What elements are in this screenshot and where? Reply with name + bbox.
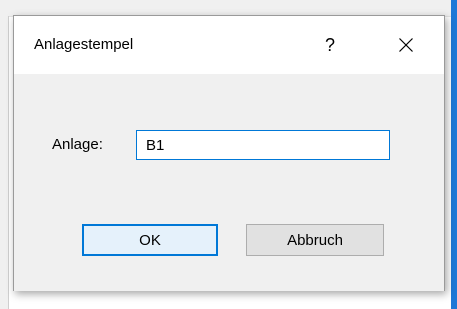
- dialog-titlebar: Anlagestempel ?: [14, 16, 444, 74]
- background-window-border: [451, 0, 457, 309]
- ok-button[interactable]: OK: [82, 224, 218, 256]
- help-button[interactable]: ?: [310, 24, 350, 66]
- dialog-title: Anlagestempel: [34, 36, 134, 53]
- cancel-button[interactable]: Abbruch: [246, 224, 384, 256]
- anlage-input[interactable]: [136, 130, 390, 160]
- background-left-panel: [0, 16, 9, 309]
- anlagestempel-dialog: Anlagestempel ? Anlage: OK Abbruch: [13, 15, 445, 291]
- dialog-body: Anlage: OK Abbruch: [14, 74, 444, 291]
- help-icon: ?: [324, 34, 335, 55]
- close-button[interactable]: [384, 24, 428, 66]
- close-icon: [399, 38, 413, 52]
- anlage-label: Anlage:: [52, 136, 103, 153]
